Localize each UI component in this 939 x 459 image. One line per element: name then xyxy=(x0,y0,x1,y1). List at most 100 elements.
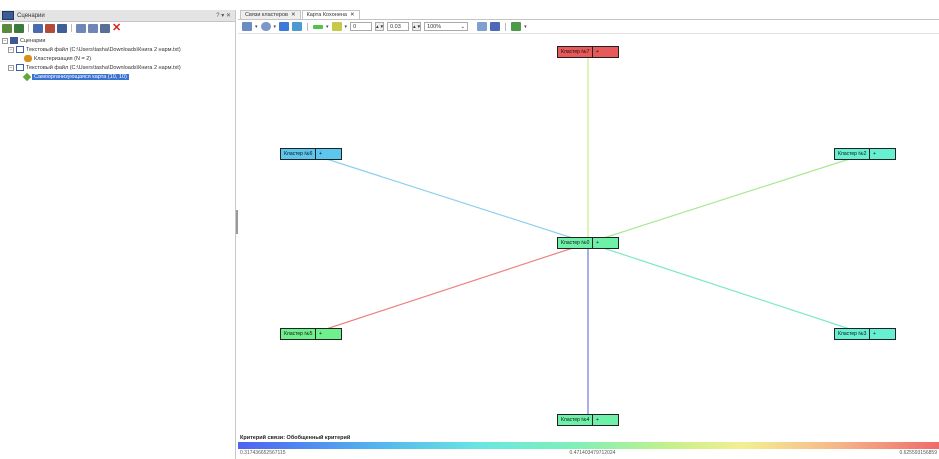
toolbar-separator xyxy=(71,24,72,32)
tree-item-text-file-2[interactable]: − Текстовый файл (C:\Users\tasha\Downloa… xyxy=(0,63,235,72)
tree-item-clustering[interactable]: Кластеризация (N = 2) xyxy=(0,54,235,63)
tab-label: Карта Кохонена xyxy=(306,12,347,18)
legend-max-label: 0.625593156859 xyxy=(899,450,937,456)
chevron-down-icon: ⌄ xyxy=(460,23,466,30)
zoom-select[interactable]: 100% ⌄ xyxy=(424,22,469,31)
color-scheme-icon[interactable] xyxy=(511,22,522,31)
expand-node-icon[interactable]: + xyxy=(315,149,325,159)
expand-node-icon[interactable]: + xyxy=(592,415,602,425)
cluster-node-n3[interactable]: Кластер №3 + xyxy=(834,328,896,340)
cluster-link-n6 xyxy=(310,153,589,244)
expand-node-icon[interactable]: + xyxy=(315,329,325,339)
legend-toggle-icon[interactable] xyxy=(490,22,501,31)
chevron-down-icon[interactable]: ▾ xyxy=(326,24,329,30)
cluster-node-label: Кластер №5 xyxy=(284,331,313,337)
cluster-link-n2 xyxy=(587,153,866,244)
scenario-root-icon xyxy=(10,37,18,44)
tree-item-text-file-1[interactable]: − Текстовый файл (C:\Users\tasha\Downloa… xyxy=(0,45,235,54)
tree-item-label: Текстовый файл (C:\Users\tasha\Downloads… xyxy=(26,64,181,71)
cluster-node-label: Кластер №7 xyxy=(561,49,590,55)
expand-node-icon[interactable]: + xyxy=(592,47,602,57)
scenarios-icon xyxy=(2,11,14,20)
scenarios-toolbar: ✕ xyxy=(0,22,235,34)
expand-node-icon[interactable]: + xyxy=(592,238,602,248)
handler-wizard-icon[interactable] xyxy=(14,23,24,33)
legend-mid-label: 0.471403479712024 xyxy=(569,450,616,456)
configure-icon[interactable] xyxy=(100,23,110,33)
tree-item-label: Самоорганизующаяся карта (10, 10) xyxy=(32,73,129,80)
spin-button[interactable]: ▲▼ xyxy=(375,22,385,31)
layout-icon[interactable] xyxy=(242,22,252,31)
cluster-node-label: Кластер №4 xyxy=(561,417,590,423)
chevron-down-icon[interactable]: ▾ xyxy=(255,24,258,30)
cluster-node-n2[interactable]: Кластер №2 + xyxy=(834,148,896,160)
expand-node-icon[interactable]: + xyxy=(869,149,879,159)
cluster-node-n4[interactable]: Кластер №4 + xyxy=(557,414,619,426)
text-file-icon xyxy=(16,46,24,53)
tab-cluster-links[interactable]: Связи кластеров ✕ xyxy=(240,10,301,19)
threshold-input[interactable]: 0 xyxy=(350,22,373,31)
line-color-icon[interactable] xyxy=(331,22,342,31)
toolbar-separator xyxy=(505,22,507,31)
move-down-icon[interactable] xyxy=(88,23,98,33)
cluster-node-label: Кластер №2 xyxy=(838,151,867,157)
chevron-down-icon[interactable]: ▾ xyxy=(524,24,527,30)
cluster-node-label: Кластер №6 xyxy=(284,151,313,157)
toolbar-separator xyxy=(28,24,29,32)
legend-ticks: 0.317436652567115 0.471403479712024 0.62… xyxy=(238,449,939,456)
tree-item-label: Кластеризация (N = 2) xyxy=(34,55,92,62)
tree-item-som-map[interactable]: Самоорганизующаяся карта (10, 10) xyxy=(0,72,235,81)
legend-title: Критерий связи: Обобщенный критерий xyxy=(240,435,351,441)
tree-item-label: Текстовый файл (C:\Users\tasha\Downloads… xyxy=(26,46,181,53)
text-file-icon xyxy=(16,64,24,71)
som-map-icon xyxy=(22,72,32,81)
close-icon[interactable]: ✕ xyxy=(291,12,296,18)
cluster-node-label: Кластер №0 xyxy=(561,240,590,246)
scenario-tree: − Сценарии − Текстовый файл (C:\Users\ta… xyxy=(0,34,235,81)
cluster-node-n5[interactable]: Кластер №5 + xyxy=(280,328,342,340)
import-wizard-icon[interactable] xyxy=(2,23,12,33)
expand-node-icon[interactable]: + xyxy=(869,329,879,339)
scenarios-panel: Сценарии ? ▾ ✕ ✕ − Сценарии − Текстовый … xyxy=(0,10,236,459)
expand-toggle-icon[interactable]: − xyxy=(2,37,8,44)
scenarios-panel-header: Сценарии ? ▾ ✕ xyxy=(0,10,235,22)
tab-kohonen-map[interactable]: Карта Кохонена ✕ xyxy=(301,10,360,19)
cluster-node-n7[interactable]: Кластер №7 + xyxy=(557,46,619,58)
tree-item-root[interactable]: − Сценарии xyxy=(0,36,235,45)
visualizer-area: Связи кластеров ✕ Карта Кохонена ✕ ▾ ▾ ▾… xyxy=(238,10,939,459)
tree-item-label: Сценарии xyxy=(20,37,46,44)
clustering-icon xyxy=(24,55,32,62)
cluster-node-n0[interactable]: Кластер №0 + xyxy=(557,237,619,249)
step-input[interactable]: 0.03 xyxy=(387,22,410,31)
zoom-region-icon[interactable] xyxy=(292,22,303,31)
cluster-link-n3 xyxy=(587,242,866,335)
scenarios-panel-title: Сценарии xyxy=(17,12,45,19)
delete-icon[interactable]: ✕ xyxy=(112,22,121,33)
spin-button[interactable]: ▲▼ xyxy=(412,22,422,31)
copy-node-icon[interactable] xyxy=(57,23,67,33)
expand-toggle-icon[interactable]: − xyxy=(8,64,14,71)
expand-toggle-icon[interactable]: − xyxy=(8,46,14,53)
toolbar-separator xyxy=(307,22,309,31)
visualizer-icon[interactable] xyxy=(33,23,43,33)
print-icon[interactable] xyxy=(477,22,488,31)
move-up-icon[interactable] xyxy=(76,23,86,33)
close-icon[interactable]: ✕ xyxy=(350,12,355,18)
cluster-node-n6[interactable]: Кластер №6 + xyxy=(280,148,342,160)
map-toolbar: ▾ ▾ ▾ ▾ 0 ▲▼ 0.03 ▲▼ 100% ⌄ ▾ xyxy=(238,20,939,34)
zoom-icon[interactable] xyxy=(260,22,271,31)
chevron-down-icon[interactable]: ▾ xyxy=(345,24,348,30)
chevron-down-icon[interactable]: ▾ xyxy=(274,24,277,30)
cluster-link-n5 xyxy=(310,242,589,335)
cluster-links-svg xyxy=(310,52,866,420)
zoom-value: 100% xyxy=(427,23,442,30)
export-icon[interactable] xyxy=(45,23,55,33)
color-legend: Критерий связи: Обобщенный критерий 0.31… xyxy=(238,435,939,459)
document-tabs: Связи кластеров ✕ Карта Кохонена ✕ xyxy=(238,10,939,20)
kohonen-map-canvas[interactable]: Кластер №7 + Кластер №6 + Кластер №2 + Кластер… xyxy=(238,35,939,435)
panel-window-controls[interactable]: ? ▾ ✕ xyxy=(216,12,231,19)
legend-min-label: 0.317436652567115 xyxy=(240,450,286,456)
line-style-icon[interactable] xyxy=(313,24,324,29)
fit-page-icon[interactable] xyxy=(279,22,290,31)
tab-label: Связи кластеров xyxy=(245,12,288,18)
